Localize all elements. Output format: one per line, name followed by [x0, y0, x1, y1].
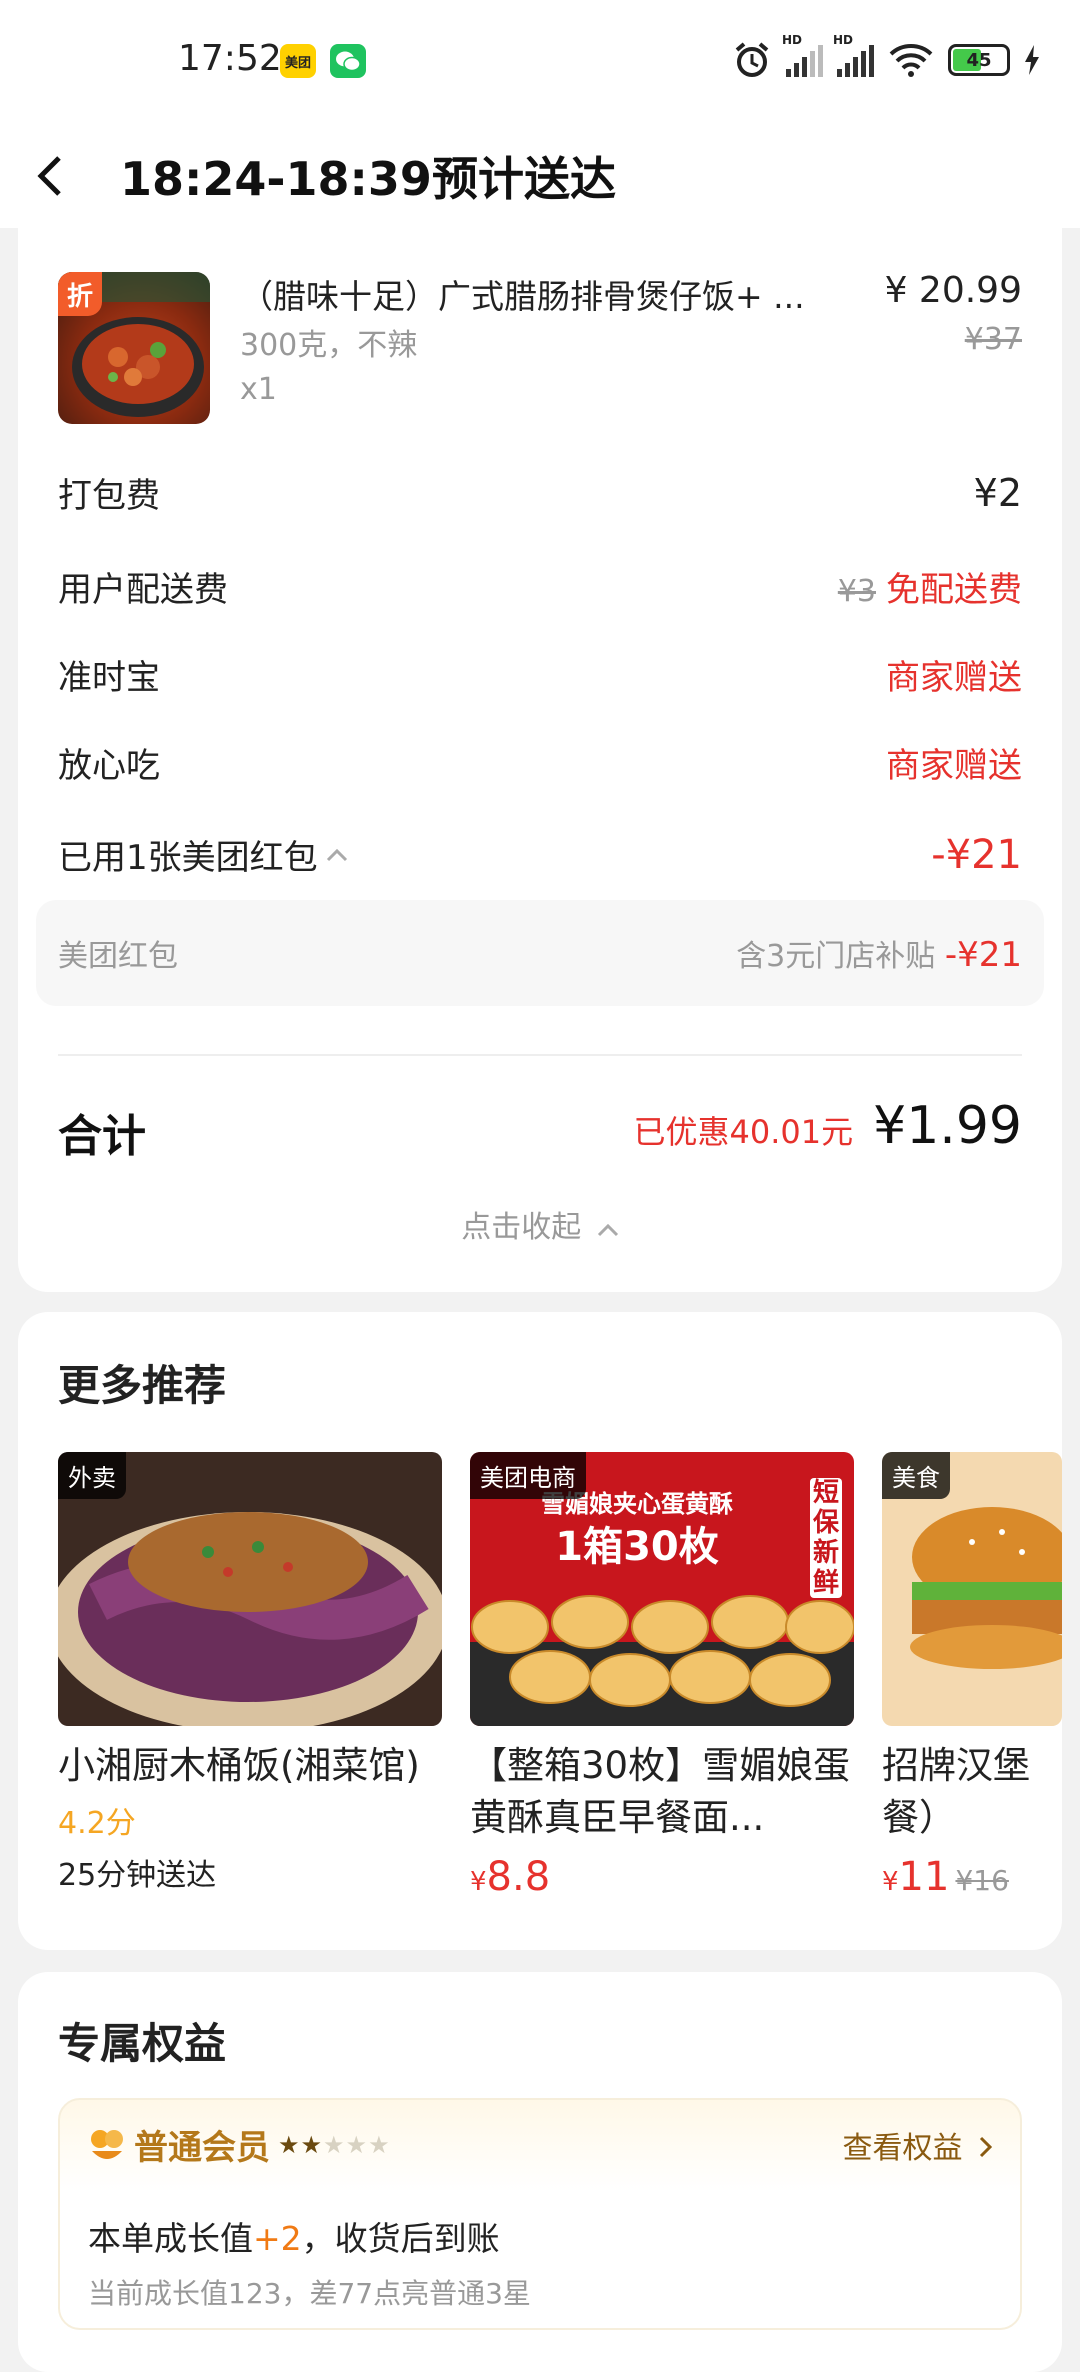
- eggplant-dish-image: 外卖: [58, 1452, 442, 1726]
- membership-box: 普通会员 ★★★★★ 查看权益 本单成长值+2，收货后到账 当前成长值123，差…: [58, 2098, 1022, 2330]
- price-symbol: ¥: [882, 1867, 899, 1897]
- member-badge-icon: [91, 2129, 123, 2159]
- product-image[interactable]: 折: [58, 272, 210, 424]
- view-benefits-link[interactable]: 查看权益: [842, 2123, 993, 2167]
- item-rating: 4.2分: [58, 1806, 136, 1841]
- coupon-detail-box: 美团红包 含3元门店补贴 -¥21: [36, 900, 1044, 1006]
- coupon-label: 美团红包: [58, 939, 178, 974]
- growth-text-a: 本单成长值: [88, 2219, 253, 2258]
- stars-filled: ★★: [278, 2130, 324, 2159]
- growth-text-c: ，收货后到账: [301, 2219, 500, 2258]
- chevron-right-icon: [979, 2136, 993, 2157]
- stars-empty: ★★★: [323, 2130, 391, 2159]
- level-stars: ★★★★★: [278, 2131, 391, 2159]
- view-benefits-label: 查看权益: [842, 2130, 963, 2166]
- meituan-badge-label: 美团: [284, 55, 311, 71]
- product-quantity: x1: [240, 372, 277, 407]
- item-name: 【整箱30枚】雪媚娘蛋黄酥真臣早餐面...: [470, 1744, 851, 1839]
- wechat-notification-icon: [330, 44, 366, 78]
- delivery-fee-label: 用户配送费: [58, 570, 228, 610]
- on-time-guarantee-label: 准时宝: [58, 658, 160, 698]
- red-packet-row[interactable]: 已用1张美团红包 -¥21: [58, 830, 1022, 879]
- source-badge: 美食: [882, 1452, 950, 1499]
- on-time-guarantee-row: 准时宝 商家赠送: [58, 650, 1022, 699]
- chevron-up-icon: [597, 1223, 618, 1237]
- product-name: （腊味十足）广式腊肠排骨煲仔饭+ ...: [240, 277, 805, 316]
- total-label: 合计: [58, 1111, 146, 1162]
- item-name: 小湘厨木桶饭(湘菜馆): [58, 1744, 420, 1787]
- delivery-fee-original: ¥3: [837, 574, 876, 609]
- price-value: 8.8: [486, 1854, 551, 1900]
- wifi-icon: [889, 44, 933, 77]
- pastry-image-count: 1箱30枚: [555, 1524, 719, 1570]
- delivery-fee-value: 免配送费: [886, 570, 1022, 610]
- packing-fee-row: 打包费 ¥2: [58, 468, 1022, 517]
- coupon-note: 含3元门店补贴: [736, 939, 936, 974]
- collapse-label: 点击收起: [461, 1210, 582, 1245]
- price-value: 11: [898, 1854, 950, 1900]
- status-time: 17:52: [178, 38, 282, 79]
- battery-icon: 45: [948, 44, 1010, 76]
- coupon-value: -¥21: [944, 935, 1022, 975]
- item-price: ¥11 ¥16: [882, 1854, 1062, 1900]
- growth-amount: +2: [253, 2219, 302, 2258]
- pastry-fresh-tag: 短保新鲜: [810, 1478, 842, 1598]
- discount-tag: 折: [58, 272, 102, 316]
- order-detail-card: 折 （腊味十足）广式腊肠排骨煲仔饭+ ... 300克，不辣 x1 ¥ 20.9…: [18, 200, 1062, 1292]
- product-original-price: ¥37: [964, 322, 1022, 357]
- burger-image: 美食: [882, 1452, 1062, 1726]
- total-summary: 已优惠40.01元 ¥1.99: [634, 1096, 1023, 1156]
- signal-1-icon: HD: [782, 33, 823, 77]
- egg-yolk-pastry-image: 雪媚娘夹心蛋黄酥 1箱30枚 短保新鲜 美团电商: [470, 1452, 854, 1726]
- safe-eat-label: 放心吃: [58, 746, 160, 786]
- meituan-notification-icon: 美团: [280, 44, 316, 78]
- safe-eat-row: 放心吃 商家赠送: [58, 738, 1022, 787]
- chevron-up-icon: [326, 848, 347, 861]
- product-spec: 300克，不辣: [240, 328, 418, 363]
- item-delivery-time: 25分钟送达: [58, 1858, 217, 1893]
- recommend-title: 更多推荐: [58, 1361, 227, 1410]
- growth-value-text: 本单成长值+2，收货后到账: [88, 2212, 500, 2260]
- total-price: ¥1.99: [873, 1096, 1022, 1156]
- price-symbol: ¥: [470, 1867, 487, 1897]
- recommend-item-food[interactable]: 美食 招牌汉堡餐） ¥11 ¥16: [882, 1452, 1062, 1900]
- product-price: ¥ 20.99: [884, 270, 1022, 311]
- packing-fee-label: 打包费: [58, 476, 160, 516]
- safe-eat-value: 商家赠送: [886, 746, 1022, 786]
- benefits-title: 专属权益: [58, 2019, 227, 2068]
- benefits-card: 专属权益 普通会员 ★★★★★ 查看权益 本单成长值+2，收货后到账 当前成长值…: [18, 1972, 1062, 2372]
- source-badge: 外卖: [58, 1452, 126, 1499]
- red-packet-value: -¥21: [931, 831, 1022, 878]
- collapse-button[interactable]: 点击收起: [18, 1202, 1062, 1246]
- delivery-fee-row: 用户配送费 ¥3 免配送费: [58, 562, 1022, 611]
- recommend-card: 更多推荐 外卖 小湘厨木桶饭(湘菜馆) 4.2分 25分钟送达 雪媚娘夹心蛋黄酥…: [18, 1312, 1062, 1950]
- source-badge: 美团电商: [470, 1452, 586, 1499]
- status-icons: HD HD 45: [732, 33, 1040, 80]
- signal-2-icon: HD: [833, 33, 874, 77]
- recommend-item-ecommerce[interactable]: 雪媚娘夹心蛋黄酥 1箱30枚 短保新鲜 美团电商 【整箱30枚】雪媚娘蛋黄酥真臣…: [470, 1452, 854, 1900]
- status-bar: 17:52 美团 HD HD 45: [0, 0, 1080, 124]
- item-price: ¥8.8: [470, 1854, 854, 1900]
- packing-fee-value: ¥2: [973, 470, 1022, 515]
- charging-icon: [1025, 45, 1039, 75]
- red-packet-label: 已用1张美团红包: [58, 838, 318, 878]
- recommend-item-restaurant[interactable]: 外卖 小湘厨木桶饭(湘菜馆) 4.2分 25分钟送达: [58, 1452, 442, 1894]
- membership-level-label: 普通会员: [134, 2128, 270, 2168]
- current-growth-text: 当前成长值123，差77点亮普通3星: [88, 2277, 531, 2310]
- membership-level: 普通会员 ★★★★★: [88, 2120, 391, 2169]
- saved-amount: 已优惠40.01元: [633, 1113, 854, 1151]
- chevron-left-icon: [37, 156, 61, 196]
- alarm-icon: [735, 42, 769, 77]
- original-price: ¥16: [955, 1864, 1009, 1897]
- item-name: 招牌汉堡餐）: [882, 1744, 1030, 1839]
- on-time-guarantee-value: 商家赠送: [886, 658, 1022, 698]
- battery-level: 45: [966, 49, 992, 71]
- divider: [58, 1054, 1022, 1056]
